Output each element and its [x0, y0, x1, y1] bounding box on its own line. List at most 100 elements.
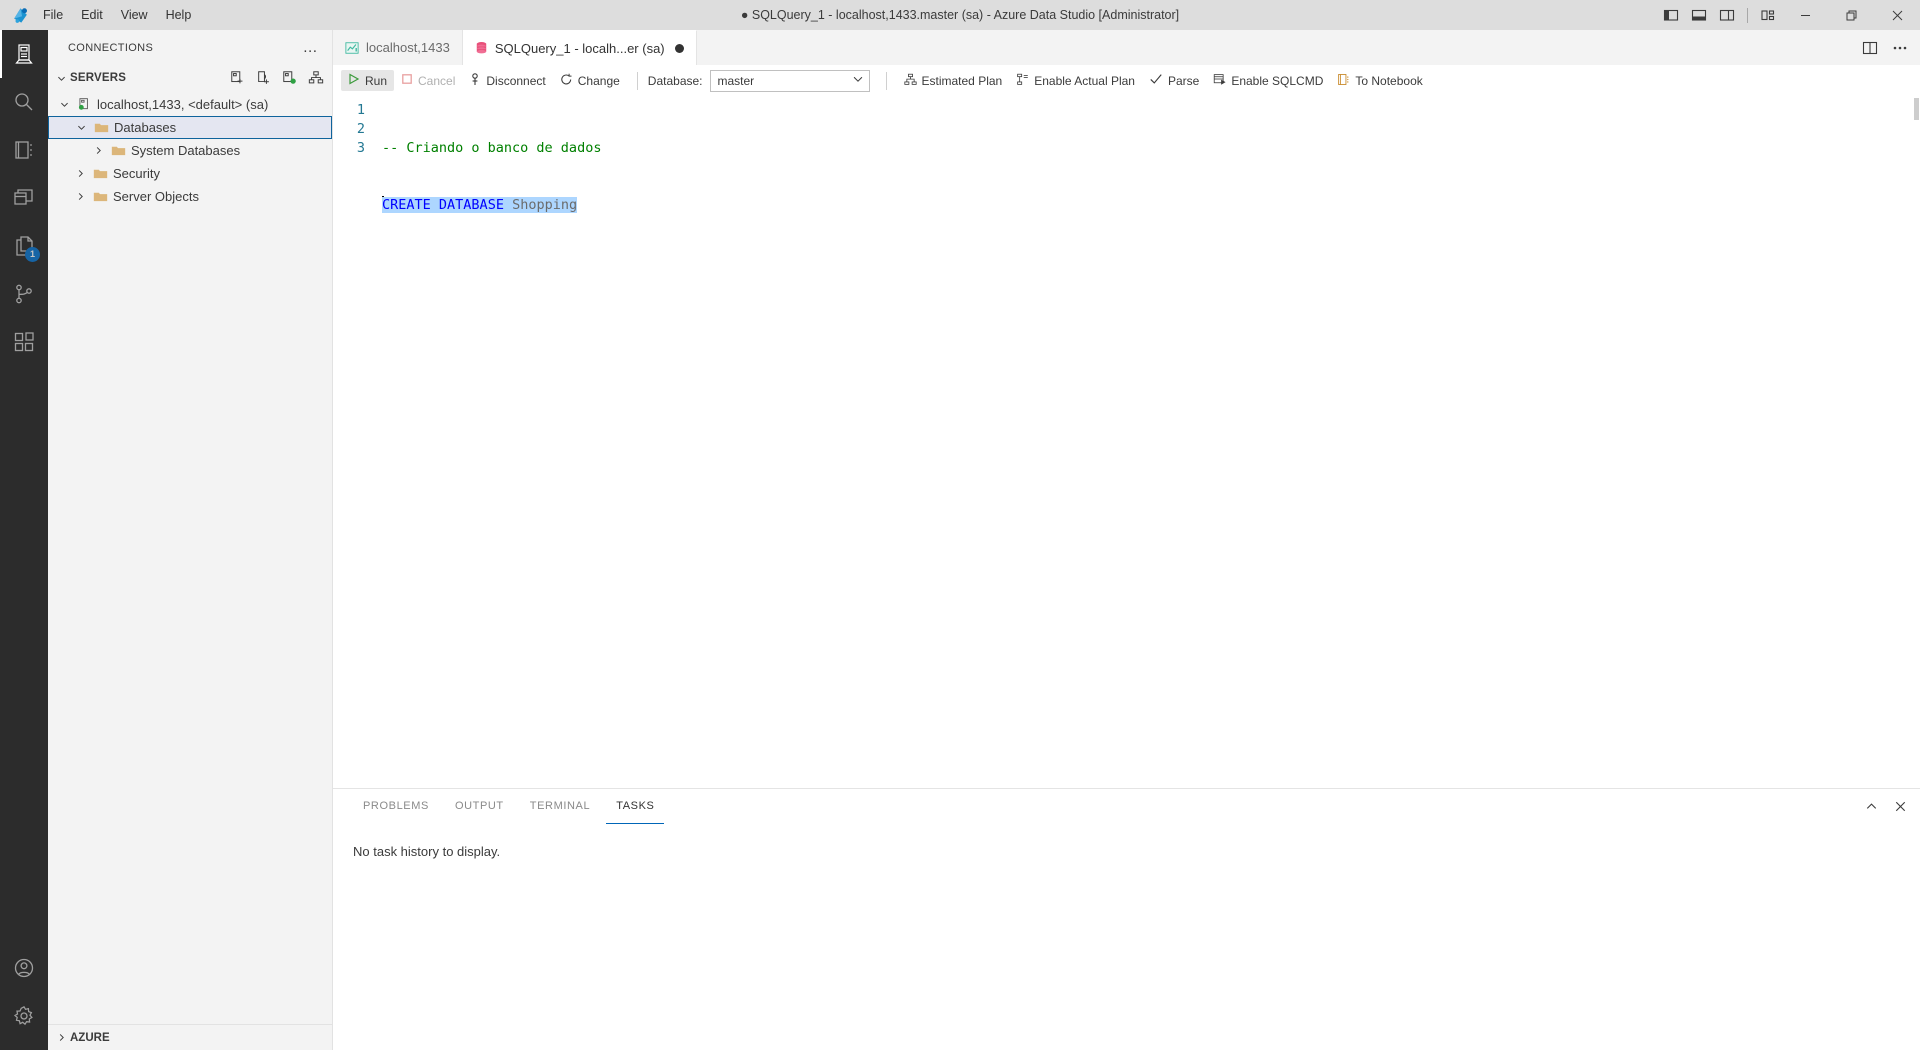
activity-manage[interactable] — [0, 992, 48, 1040]
activity-accounts[interactable] — [0, 944, 48, 992]
disconnect-icon — [469, 72, 481, 89]
toggle-primary-sidebar-icon[interactable] — [1657, 0, 1685, 30]
editor-line-numbers: 1 2 3 — [333, 100, 379, 788]
tree-item-system-databases[interactable]: System Databases — [48, 139, 332, 162]
notebook-icon — [1337, 73, 1350, 89]
minimize-button[interactable] — [1782, 0, 1828, 30]
panel-tab-problems[interactable]: PROBLEMS — [353, 789, 439, 824]
activity-extensions[interactable] — [0, 318, 48, 366]
folder-icon — [108, 144, 128, 157]
tree-item-databases[interactable]: Databases — [48, 116, 332, 139]
disconnect-button[interactable]: Disconnect — [462, 70, 552, 92]
editor-overview-ruler[interactable] — [1906, 96, 1920, 788]
customize-layout-icon[interactable] — [1754, 0, 1782, 30]
new-server-group-icon[interactable] — [282, 70, 298, 86]
tree-item-server[interactable]: localhost,1433, <default> (sa) — [48, 93, 332, 116]
tasks-empty-message: No task history to display. — [353, 844, 501, 859]
folder-icon — [90, 167, 110, 180]
code-line-2: CREATE DATABASE Shopping — [382, 196, 601, 215]
menu-file[interactable]: File — [34, 0, 72, 30]
to-notebook-button[interactable]: To Notebook — [1330, 70, 1429, 92]
enable-actual-plan-button[interactable]: Enable Actual Plan — [1009, 70, 1142, 92]
database-selected-value: master — [717, 73, 755, 88]
estimated-plan-label: Estimated Plan — [921, 73, 1003, 88]
collapse-panel-icon[interactable] — [1864, 799, 1879, 814]
azure-data-studio-logo — [0, 0, 34, 30]
cancel-button[interactable]: Cancel — [394, 70, 462, 91]
panel-actions — [1864, 789, 1920, 824]
sql-editor[interactable]: 1 2 3 -- Criando o banco de dados CREATE… — [333, 96, 1920, 788]
sidebar-header: CONNECTIONS … — [48, 30, 332, 65]
estimated-plan-icon — [903, 73, 917, 89]
chevron-right-icon[interactable] — [70, 168, 90, 179]
toggle-secondary-sidebar-icon[interactable] — [1713, 0, 1741, 30]
parse-label: Parse — [1167, 73, 1200, 88]
enable-sqlcmd-button[interactable]: Enable SQLCMD — [1206, 70, 1330, 92]
title-bar: File Edit View Help ● SQLQuery_1 - local… — [0, 0, 1920, 30]
change-connection-button[interactable]: Change — [553, 70, 627, 92]
azure-section-header[interactable]: AZURE — [48, 1024, 332, 1050]
panel-content: No task history to display. — [333, 824, 1920, 1050]
activity-servers[interactable] — [0, 30, 48, 78]
activity-source-control[interactable]: 1 — [0, 222, 48, 270]
new-connection-icon[interactable] — [230, 70, 246, 86]
chevron-down-icon — [52, 73, 70, 84]
parse-button[interactable]: Parse — [1142, 69, 1206, 92]
menu-view[interactable]: View — [112, 0, 157, 30]
servers-section-header[interactable]: SERVERS — [48, 65, 332, 91]
tree-item-server-objects[interactable]: Server Objects — [48, 185, 332, 208]
database-dropdown[interactable]: master — [709, 69, 870, 92]
activity-git[interactable] — [0, 270, 48, 318]
chevron-down-icon[interactable] — [71, 122, 91, 133]
chevron-right-icon[interactable] — [88, 145, 108, 156]
restore-button[interactable] — [1828, 0, 1874, 30]
estimated-plan-button[interactable]: Estimated Plan — [897, 70, 1010, 92]
close-button[interactable] — [1874, 0, 1920, 30]
activity-search[interactable] — [0, 78, 48, 126]
sidebar-more-actions-icon[interactable]: … — [297, 40, 324, 55]
toolbar-divider-2 — [885, 71, 887, 90]
toggle-panel-icon[interactable] — [1685, 0, 1713, 30]
tree-item-security[interactable]: Security — [48, 162, 332, 185]
panel-tab-tasks[interactable]: TASKS — [606, 789, 665, 824]
split-editor-icon[interactable] — [1862, 40, 1878, 56]
connection-groups-icon[interactable] — [308, 70, 324, 86]
editor-tab-bar: localhost,1433 SQLQuery_1 - localh...er … — [333, 30, 1920, 65]
run-label: Run — [365, 73, 388, 88]
titlebar-controls — [1657, 0, 1920, 30]
tree-item-label: Security — [113, 166, 160, 181]
menu-edit[interactable]: Edit — [72, 0, 112, 30]
chevron-down-icon — [851, 72, 865, 89]
to-notebook-label: To Notebook — [1355, 73, 1423, 88]
chevron-right-icon[interactable] — [70, 191, 90, 202]
code-line-1: -- Criando o banco de dados — [382, 139, 601, 158]
panel-tab-terminal[interactable]: TERMINAL — [520, 789, 600, 824]
activity-query-history[interactable] — [0, 174, 48, 222]
sql-keyword-create: CREATE — [382, 197, 431, 213]
new-query-icon[interactable] — [256, 70, 272, 86]
change-connection-label: Change — [577, 73, 620, 88]
tab-localhost-dashboard[interactable]: localhost,1433 — [333, 30, 463, 65]
chevron-down-icon[interactable] — [54, 99, 74, 110]
run-button[interactable]: Run — [341, 70, 395, 91]
tab-dirty-indicator[interactable] — [674, 43, 684, 53]
line-number: 1 — [356, 102, 365, 118]
close-panel-icon[interactable] — [1893, 799, 1908, 814]
activity-notebooks[interactable] — [0, 126, 48, 174]
more-actions-icon[interactable] — [1892, 40, 1908, 56]
dashboard-icon — [345, 41, 359, 55]
parse-check-icon — [1149, 72, 1163, 89]
panel-tab-label: TERMINAL — [529, 800, 591, 812]
tab-sqlquery-1[interactable]: SQLQuery_1 - localh...er (sa) — [462, 30, 697, 65]
database-label: Database: — [647, 73, 703, 88]
editor-content[interactable]: -- Criando o banco de dados CREATE DATAB… — [379, 100, 601, 788]
panel-tab-output[interactable]: OUTPUT — [445, 789, 514, 824]
server-icon — [74, 97, 94, 112]
query-toolbar: Run Cancel Disconnect Change Database: m… — [333, 65, 1920, 96]
enable-actual-plan-label: Enable Actual Plan — [1034, 73, 1135, 88]
tree-item-label: localhost,1433, <default> (sa) — [97, 97, 269, 112]
source-control-badge: 1 — [25, 247, 40, 262]
menu-help[interactable]: Help — [157, 0, 201, 30]
editor-scrollbar-thumb[interactable] — [1914, 98, 1919, 120]
